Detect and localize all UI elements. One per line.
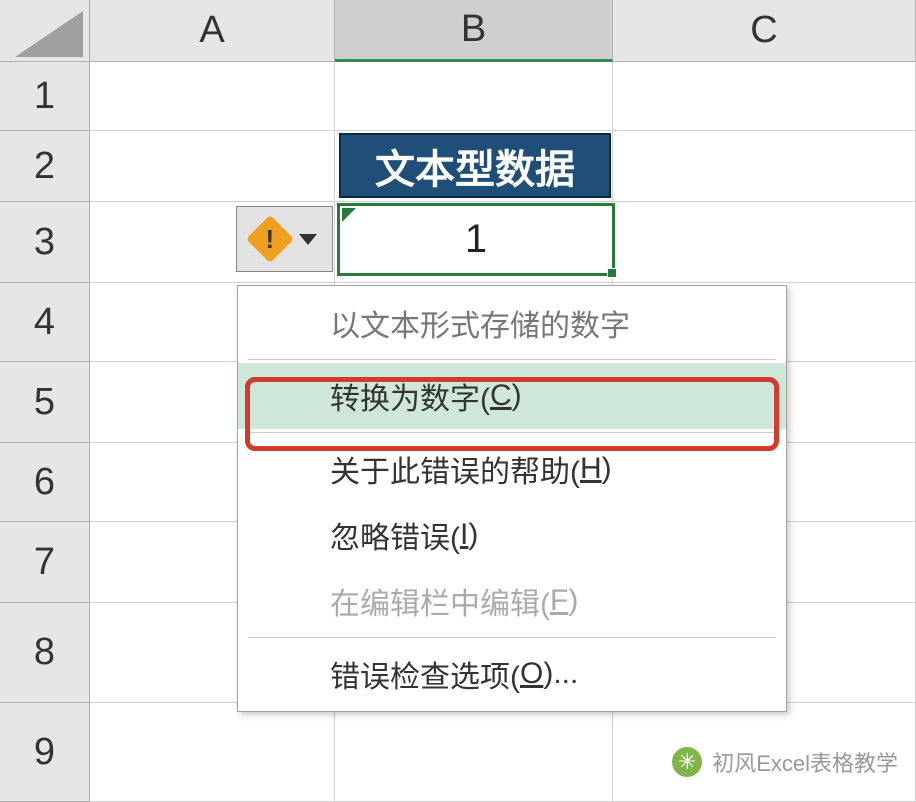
cell-A1[interactable] (90, 62, 335, 131)
cell-B9[interactable] (335, 703, 613, 802)
row-header-5[interactable]: 5 (0, 362, 90, 443)
chevron-down-icon (299, 234, 317, 245)
row-1: 1 (0, 62, 916, 131)
cell-B3-selected[interactable]: 1 (337, 203, 615, 276)
menu-item-error-check-options[interactable]: 错误检查选项(O)... (238, 641, 786, 707)
menu-item-ignore-error[interactable]: 忽略错误(I) (238, 502, 786, 568)
cell-B2-header[interactable]: 文本型数据 (339, 133, 611, 198)
cell-B3-value: 1 (465, 217, 487, 262)
fill-handle[interactable] (607, 268, 617, 278)
error-check-dropdown-button[interactable]: ! (236, 206, 333, 272)
menu-item-convert-to-number[interactable]: 转换为数字(C) (238, 363, 786, 429)
row-header-1[interactable]: 1 (0, 62, 90, 131)
cell-C3[interactable] (613, 202, 916, 283)
cell-A9[interactable] (90, 703, 335, 802)
menu-separator (248, 359, 776, 360)
row-header-4[interactable]: 4 (0, 283, 90, 362)
row-header-3[interactable]: 3 (0, 202, 90, 283)
menu-title: 以文本形式存储的数字 (238, 290, 786, 356)
row-header-7[interactable]: 7 (0, 522, 90, 603)
watermark-text: 初风Excel表格教学 (712, 746, 898, 778)
cell-C2[interactable] (613, 131, 916, 202)
menu-item-help-on-error[interactable]: 关于此错误的帮助(H) (238, 436, 786, 502)
warning-icon: ! (245, 215, 293, 263)
column-header-row: A B C (0, 0, 916, 62)
wechat-icon: ✳ (672, 747, 702, 777)
menu-item-edit-in-formula-bar: 在编辑栏中编辑(F) (238, 568, 786, 634)
cell-C1[interactable] (613, 62, 916, 131)
cell-A2[interactable] (90, 131, 335, 202)
row-header-6[interactable]: 6 (0, 443, 90, 522)
row-header-9[interactable]: 9 (0, 703, 90, 802)
col-header-C[interactable]: C (613, 0, 916, 62)
col-header-A[interactable]: A (90, 0, 335, 62)
row-header-2[interactable]: 2 (0, 131, 90, 202)
watermark: ✳ 初风Excel表格教学 (672, 746, 898, 778)
col-header-B[interactable]: B (335, 0, 613, 62)
cell-B1[interactable] (335, 62, 613, 131)
error-context-menu: 以文本形式存储的数字 转换为数字(C) 关于此错误的帮助(H) 忽略错误(I) … (237, 285, 787, 712)
menu-separator (248, 637, 776, 638)
select-all-corner[interactable] (0, 0, 90, 62)
row-header-8[interactable]: 8 (0, 603, 90, 703)
menu-separator (248, 432, 776, 433)
